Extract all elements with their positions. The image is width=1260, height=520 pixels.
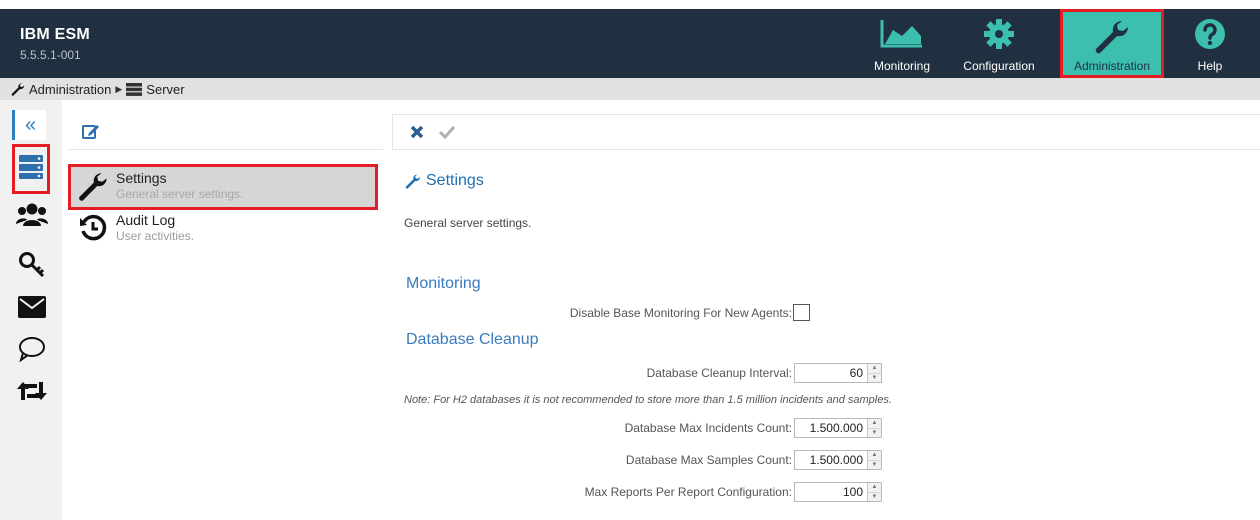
monitoring-heading: Monitoring [406,275,481,292]
h2-note: Note: For H2 databases it is not recomme… [404,394,892,406]
tree-toolbar [68,114,383,150]
stepper-up-icon[interactable]: ▲ [868,419,881,428]
cleanup-interval-row: Database Cleanup Interval: 60 ▲ ▼ [542,363,882,383]
stepper-up-icon[interactable]: ▲ [868,451,881,460]
rail-server[interactable] [12,144,50,194]
server-icon [126,82,143,96]
nav-help-label: Help [1197,59,1223,73]
cleanup-interval-value[interactable]: 60 [795,364,867,382]
rail-refresh[interactable] [14,376,50,410]
rail-mail[interactable] [14,292,50,326]
content-toolbar [392,114,1260,150]
header-top-strip [0,0,1260,9]
stepper-down-icon[interactable]: ▼ [868,372,881,383]
rail-keys[interactable] [14,250,50,284]
database-cleanup-heading: Database Cleanup [406,331,539,348]
collapse-button[interactable]: « [12,110,46,140]
nav-administration-label: Administration [1073,59,1151,73]
stepper-up-icon[interactable]: ▲ [868,364,881,373]
max-incidents-row: Database Max Incidents Count: 1.500.000 … [542,418,882,438]
nav-administration[interactable]: Administration [1060,9,1164,78]
max-reports-row: Max Reports Per Report Configuration: 10… [492,482,882,502]
breadcrumb-administration[interactable]: Administration [29,82,111,97]
wrench-icon [70,166,116,206]
save-button[interactable] [437,122,457,142]
max-incidents-stepper[interactable]: 1.500.000 ▲ ▼ [794,418,882,438]
max-samples-row: Database Max Samples Count: 1.500.000 ▲ ▼ [542,450,882,470]
nav-configuration[interactable]: Configuration [952,9,1046,78]
tree-item-subtitle: General server settings. [116,187,244,201]
app-header: IBM ESM 5.5.5.1-001 Monitoring Configura… [0,0,1260,78]
app-version: 5.5.5.1-001 [20,48,81,62]
breadcrumb-server: Server [146,81,185,97]
check-icon [439,125,455,139]
users-icon [16,202,48,233]
page: IBM ESM 5.5.5.1-001 Monitoring Configura… [0,0,1260,520]
tree-item-settings[interactable]: Settings General server settings. [68,164,378,210]
tree-item-subtitle: User activities. [116,229,195,243]
nav-configuration-label: Configuration [963,59,1035,73]
stepper-down-icon[interactable]: ▼ [868,427,881,438]
nav-monitoring-label: Monitoring [873,59,931,73]
cancel-button[interactable] [407,122,427,142]
close-icon [410,125,424,139]
question-circle-icon [1194,18,1226,53]
page-description: General server settings. [404,216,532,230]
disable-base-monitoring-checkbox[interactable] [793,304,810,321]
cleanup-interval-label: Database Cleanup Interval: [646,366,792,380]
disable-base-monitoring-label: Disable Base Monitoring For New Agents: [569,305,792,320]
settings-content: Settings General server settings. Monito… [392,100,1260,520]
gear-icon [983,18,1015,53]
tree-item-title: Settings [116,170,167,186]
max-incidents-label: Database Max Incidents Count: [624,421,792,435]
rail-comments[interactable] [14,334,50,368]
history-icon [70,208,116,248]
app-name: IBM ESM [20,26,90,43]
max-reports-stepper[interactable]: 100 ▲ ▼ [794,482,882,502]
nav-monitoring[interactable]: Monitoring [868,9,936,78]
rail-users[interactable] [14,200,50,234]
area-chart-icon [880,18,924,51]
edit-button[interactable] [82,123,100,139]
max-samples-label: Database Max Samples Count: [625,453,792,467]
envelope-icon [18,295,46,323]
max-samples-value[interactable]: 1.500.000 [795,451,867,469]
left-icon-rail: « [0,100,62,520]
max-incidents-value[interactable]: 1.500.000 [795,419,867,437]
wrench-icon [1092,18,1132,57]
settings-tree-panel: Settings General server settings. Audit … [62,100,388,520]
tree-item-audit-log[interactable]: Audit Log User activities. [70,208,376,250]
max-reports-value[interactable]: 100 [795,483,867,501]
edit-icon [82,125,99,139]
server-icon [18,154,44,185]
caret-right-icon: ▶ [115,83,123,94]
cleanup-interval-stepper[interactable]: 60 ▲ ▼ [794,363,882,383]
stepper-down-icon[interactable]: ▼ [868,491,881,502]
nav-help[interactable]: Help [1178,9,1242,78]
key-icon [18,251,46,284]
breadcrumb: Administration ▶ Server [0,78,1260,100]
disable-base-monitoring-row: Disable Base Monitoring For New Agents: [542,304,810,321]
max-samples-stepper[interactable]: 1.500.000 ▲ ▼ [794,450,882,470]
retweet-icon [17,380,47,407]
collapse-icon: « [24,114,37,136]
wrench-icon [405,174,421,189]
page-title: Settings [404,172,484,190]
wrench-icon [10,82,26,96]
comment-icon [18,336,46,367]
page-title-text: Settings [426,172,484,189]
tree-item-title: Audit Log [116,212,176,228]
stepper-up-icon[interactable]: ▲ [868,483,881,492]
max-reports-label: Max Reports Per Report Configuration: [584,485,792,499]
brand: IBM ESM 5.5.5.1-001 [20,26,90,62]
stepper-down-icon[interactable]: ▼ [868,459,881,470]
